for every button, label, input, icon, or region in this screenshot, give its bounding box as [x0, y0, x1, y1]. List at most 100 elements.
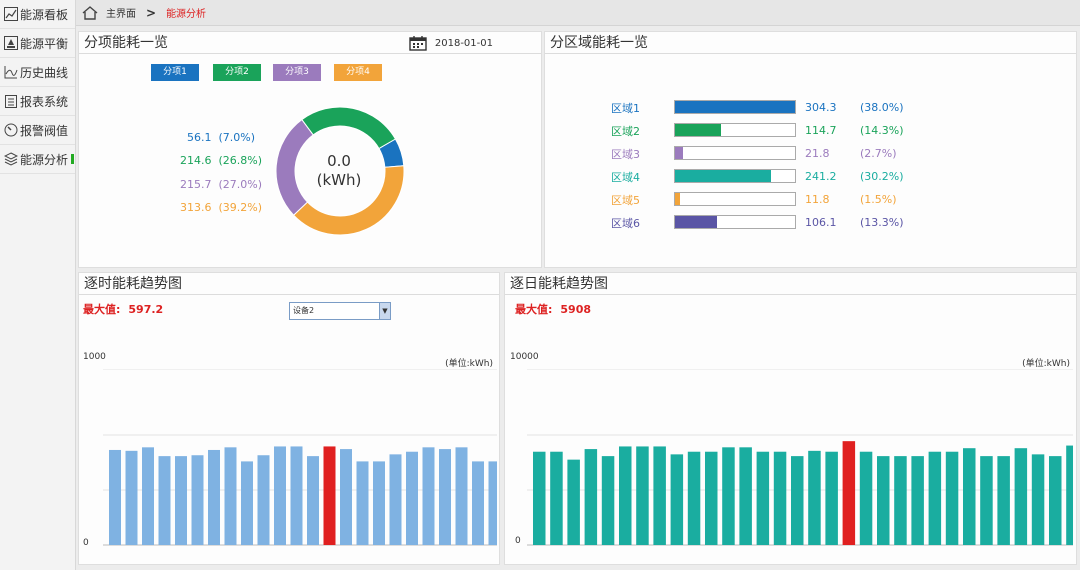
sidebar-item-history[interactable]: 历史曲线: [0, 58, 75, 87]
bar[interactable]: [290, 446, 303, 545]
bar[interactable]: [739, 447, 752, 545]
sidebar-item-alarm[interactable]: 报警阀值: [0, 116, 75, 145]
donut-slice: [301, 106, 397, 150]
bar[interactable]: [584, 449, 598, 545]
zone-value: 114.7: [805, 124, 837, 137]
donut-slice: [275, 118, 314, 216]
bar[interactable]: [928, 451, 942, 545]
bar[interactable]: [653, 446, 666, 545]
bar[interactable]: [877, 456, 890, 545]
legend-item-2[interactable]: 分项2: [213, 64, 261, 81]
bar[interactable]: [980, 456, 993, 545]
bar[interactable]: [1049, 456, 1062, 545]
bar[interactable]: [911, 456, 924, 545]
hourly-bar-chart: [103, 369, 498, 546]
max-value-line: 最大值: 5908: [515, 301, 591, 317]
bar[interactable]: [963, 448, 976, 545]
chevron-down-icon[interactable]: ▼: [379, 303, 390, 319]
bar[interactable]: [307, 456, 319, 545]
sidebar-item-analysis[interactable]: 能源分析: [0, 145, 75, 174]
sidebar-item-balance[interactable]: 能源平衡: [0, 29, 75, 58]
bar[interactable]: [274, 446, 286, 545]
zone-bar-track: [674, 169, 796, 183]
sidebar-item-dashboard[interactable]: 能源看板: [0, 0, 75, 29]
zone-pct: (2.7%): [860, 147, 897, 160]
bar[interactable]: [406, 451, 418, 545]
bar[interactable]: [158, 456, 171, 545]
zone-row: 区域4 241.2 (30.2%): [545, 168, 1076, 184]
max-label: 最大值:: [83, 303, 121, 316]
bar[interactable]: [257, 455, 270, 545]
bar[interactable]: [455, 447, 468, 545]
bar[interactable]: [323, 446, 336, 545]
bar[interactable]: [109, 449, 121, 545]
bar[interactable]: [945, 451, 959, 545]
bar[interactable]: [756, 451, 770, 545]
date-picker[interactable]: 2018-01-01: [409, 35, 493, 51]
itemized-consumption-panel: 分项能耗一览 2018-01-01 分项1 分项2 分项3 分项4 56.1 (…: [78, 31, 542, 268]
max-value: 597.2: [128, 303, 164, 316]
sidebar-item-report[interactable]: 报表系统: [0, 87, 75, 116]
bar[interactable]: [859, 451, 873, 545]
bar[interactable]: [997, 456, 1010, 545]
zone-bar-fill: [675, 101, 795, 113]
bar[interactable]: [636, 446, 649, 545]
bar[interactable]: [705, 451, 718, 545]
zone-pct: (1.5%): [860, 193, 897, 206]
zone-pct: (38.0%): [860, 101, 904, 114]
bar[interactable]: [550, 451, 563, 545]
bar[interactable]: [670, 454, 684, 545]
bar[interactable]: [191, 455, 204, 545]
zone-bar-fill: [675, 193, 680, 205]
bar[interactable]: [894, 456, 907, 545]
home-icon[interactable]: [82, 5, 98, 20]
bar[interactable]: [533, 451, 546, 545]
calendar-icon: [409, 36, 427, 51]
legend-item-3[interactable]: 分项3: [273, 64, 321, 81]
bar[interactable]: [601, 456, 615, 545]
zone-name: 区域6: [611, 217, 640, 230]
bar[interactable]: [687, 451, 701, 545]
bar[interactable]: [488, 461, 498, 545]
sidebar-item-label: 能源分析: [20, 152, 69, 167]
bar[interactable]: [439, 449, 451, 545]
zone-row: 区域1 304.3 (38.0%): [545, 99, 1076, 115]
bar[interactable]: [825, 451, 838, 545]
breadcrumb-home[interactable]: 主界面: [106, 5, 136, 20]
bar[interactable]: [1066, 445, 1073, 545]
bar[interactable]: [472, 461, 484, 545]
alarm-icon: [4, 123, 18, 137]
bar[interactable]: [373, 461, 385, 545]
bar[interactable]: [422, 447, 435, 545]
bar[interactable]: [125, 450, 138, 545]
zone-bar-track: [674, 123, 796, 137]
bar[interactable]: [791, 456, 804, 545]
bar[interactable]: [773, 451, 787, 545]
legend-item-4[interactable]: 分项4: [334, 64, 382, 81]
layers-icon: [4, 152, 18, 166]
bar[interactable]: [1014, 448, 1028, 545]
bar[interactable]: [340, 449, 352, 545]
bar[interactable]: [808, 450, 821, 545]
bar[interactable]: [356, 461, 369, 545]
item-value: 215.7: [180, 178, 212, 191]
ytick-zero: 0: [83, 538, 89, 548]
item-value: 214.6: [180, 154, 212, 167]
max-value: 5908: [560, 303, 592, 316]
zone-bar-track: [674, 192, 796, 206]
bar[interactable]: [722, 447, 735, 545]
bar[interactable]: [1031, 454, 1045, 545]
bar[interactable]: [619, 446, 632, 545]
bar[interactable]: [224, 447, 237, 545]
bar[interactable]: [842, 441, 856, 545]
bar[interactable]: [142, 447, 154, 545]
ytick-max: 1000: [83, 352, 106, 362]
bar[interactable]: [567, 459, 580, 545]
device-select[interactable]: 设备2 ▼: [289, 302, 391, 320]
bar[interactable]: [241, 461, 253, 545]
bar[interactable]: [175, 456, 187, 545]
bar[interactable]: [389, 454, 402, 545]
legend-item-1[interactable]: 分项1: [151, 64, 199, 81]
bar[interactable]: [208, 449, 220, 545]
panel-title: 逐时能耗趋势图: [79, 273, 499, 295]
